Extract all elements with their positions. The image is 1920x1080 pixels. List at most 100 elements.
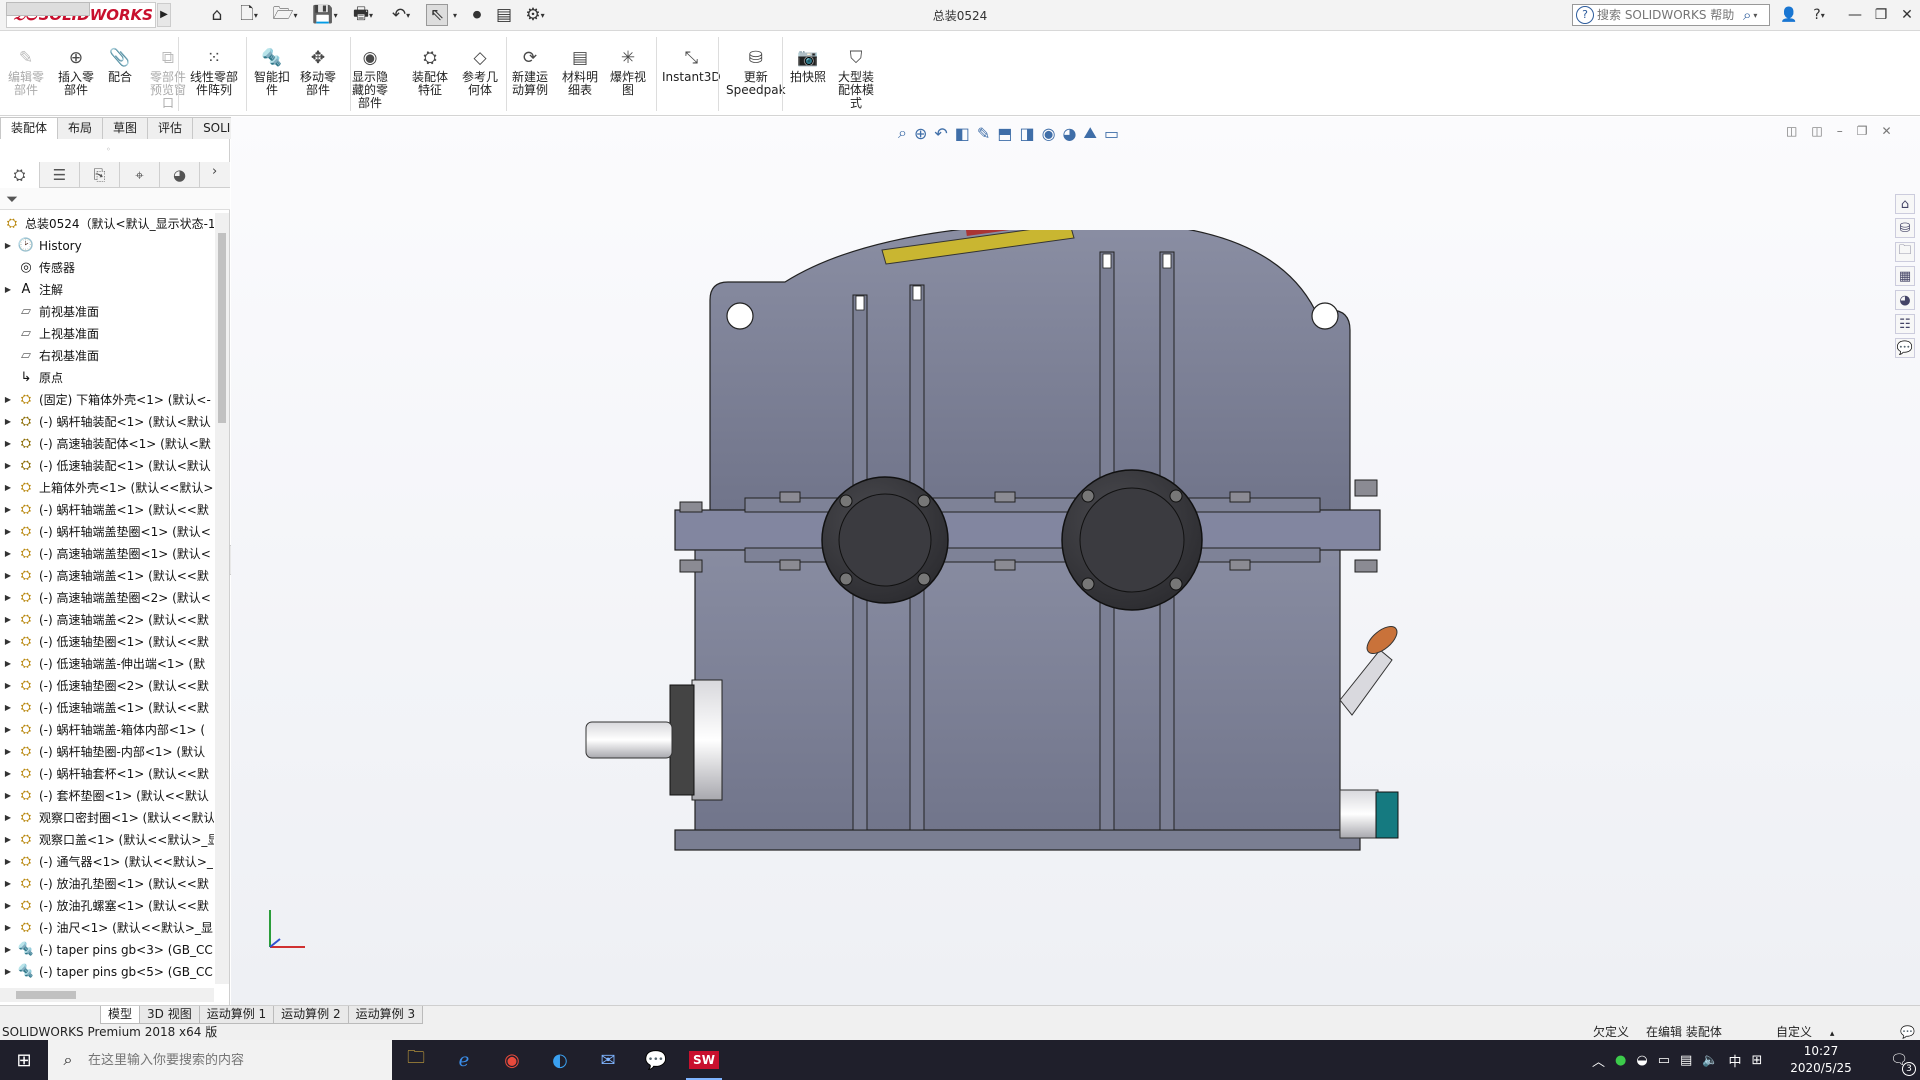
print-icon[interactable]: 🖶 ▾: [348, 4, 378, 26]
tree-item[interactable]: ▶ ⛭ (-) 高速轴端盖垫圈<2> (默认<: [0, 587, 214, 609]
tree-item[interactable]: ▶ ⛭ (-) 高速轴端盖<1> (默认<<默: [0, 565, 214, 587]
restore-icon[interactable]: ❐: [1870, 4, 1892, 26]
tree-item[interactable]: ▶ ⛭ (-) 放油孔垫圈<1> (默认<<默: [0, 873, 214, 895]
rebuild-traffic-light-icon[interactable]: ⏺: [468, 4, 486, 26]
status-bubble-icon[interactable]: 💬: [1900, 1024, 1915, 1040]
model-tab[interactable]: 运动算例 2: [273, 1006, 349, 1024]
tree-item[interactable]: ▶ ⛭ 上箱体外壳<1> (默认<<默认>: [0, 477, 214, 499]
undo-icon[interactable]: ↶ ▾: [386, 4, 416, 26]
tray-expand-chevron-icon[interactable]: ︿: [1592, 1051, 1605, 1070]
solidworks-resources-icon[interactable]: ⌂: [1895, 194, 1915, 214]
user-account-icon[interactable]: 👤: [1778, 4, 1800, 26]
save-icon[interactable]: 💾 ▾: [310, 4, 340, 26]
action-center-icon[interactable]: 🗨 3: [1878, 1040, 1920, 1080]
options-gear-icon[interactable]: ⚙ ▾: [520, 4, 550, 26]
tree-horizontal-scrollbar[interactable]: [0, 988, 214, 1002]
command-tab[interactable]: 评估: [147, 117, 194, 139]
tree-item[interactable]: ▶ ⛭ 观察口密封圈<1> (默认<<默认: [0, 807, 214, 829]
expand-arrow-icon[interactable]: ▶: [0, 697, 16, 719]
previous-view-icon[interactable]: ↶: [934, 124, 947, 143]
expand-arrow-icon[interactable]: ▶: [0, 675, 16, 697]
view-orientation-icon[interactable]: ⬒: [997, 124, 1012, 143]
tree-item[interactable]: ▶ ⛭ (-) 套杯垫圈<1> (默认<<默认: [0, 785, 214, 807]
tree-item[interactable]: ▶ ⛭ (-) 高速轴端盖<2> (默认<<默: [0, 609, 214, 631]
tree-vertical-scrollbar[interactable]: [215, 213, 229, 984]
tree-item[interactable]: ▶ ⛭ (-) 蜗杆轴端盖-箱体内部<1> (: [0, 719, 214, 741]
tree-item[interactable]: ▶ ⛭ (-) 低速轴装配<1> (默认<默认: [0, 455, 214, 477]
tree-item[interactable]: ▶ ⛭ (固定) 下箱体外壳<1> (默认<-: [0, 389, 214, 411]
expand-arrow-icon[interactable]: ▶: [0, 763, 16, 785]
hide-show-items-icon[interactable]: ◉: [1042, 124, 1056, 143]
appearances-icon[interactable]: ◕: [1895, 290, 1915, 310]
design-library-icon[interactable]: ⛁: [1895, 218, 1915, 238]
tree-item[interactable]: ▶ ⛭ (-) 油尺<1> (默认<<默认>_显: [0, 917, 214, 939]
custom-properties-icon[interactable]: ☷: [1895, 314, 1915, 334]
network-tray-icon[interactable]: ▤: [1680, 1053, 1692, 1068]
help-search-box[interactable]: ? ⌕ ▾: [1572, 4, 1770, 26]
dimxpert-manager-tab-icon[interactable]: ⌖: [120, 162, 160, 188]
zoom-area-icon[interactable]: ⊕: [914, 124, 927, 143]
expand-arrow-icon[interactable]: ▶: [0, 807, 16, 829]
tree-item[interactable]: ▶ 🔩 (-) taper pins gb<5> (GB_CC: [0, 961, 214, 983]
expand-arrow-icon[interactable]: ▶: [0, 279, 16, 301]
ime-language-indicator[interactable]: 中: [1728, 1051, 1741, 1070]
expand-arrow-icon[interactable]: ▶: [0, 741, 16, 763]
solidworks-app-icon[interactable]: SW: [680, 1040, 728, 1080]
forum-icon[interactable]: 💬: [1895, 338, 1915, 358]
expand-arrow-icon[interactable]: ▶: [0, 587, 16, 609]
command-linear-pattern-button[interactable]: ⁙ 线性零部 件阵列: [190, 47, 238, 97]
tree-item[interactable]: ↳ 原点: [0, 367, 214, 389]
view-settings-icon[interactable]: ▭: [1104, 124, 1119, 143]
tree-item[interactable]: ▶ 🔩 (-) taper pins gb<3> (GB_CC: [0, 939, 214, 961]
tree-item[interactable]: ▶ ⛭ (-) 通气器<1> (默认<<默认>_: [0, 851, 214, 873]
tree-item[interactable]: ▶ ⛭ (-) 低速轴垫圈<1> (默认<<默: [0, 631, 214, 653]
command-snapshot-button[interactable]: 📷 拍快照: [790, 47, 826, 84]
configuration-manager-tab-icon[interactable]: ⎘: [80, 162, 120, 188]
command-smart-fastener-button[interactable]: 🔩 智能扣 件: [254, 47, 290, 97]
minimize-icon[interactable]: —: [1844, 4, 1866, 26]
apply-scene-icon[interactable]: ⛰: [1084, 123, 1097, 143]
command-instant3d-button[interactable]: ⤡ Instant3D: [662, 47, 721, 84]
select-dropdown-icon[interactable]: ▾: [450, 4, 460, 26]
expand-arrow-icon[interactable]: ▶: [0, 719, 16, 741]
volume-tray-icon[interactable]: 🔈: [1702, 1053, 1718, 1068]
command-exploded-view-button[interactable]: ✳ 爆炸视 图: [610, 47, 646, 97]
expand-arrow-icon[interactable]: ▶: [0, 917, 16, 939]
scroll-thumb[interactable]: [218, 233, 226, 423]
tree-item[interactable]: ▱ 右视基准面: [0, 345, 214, 367]
more-tabs-chevron-icon[interactable]: ›: [212, 164, 217, 179]
new-document-icon[interactable]: 🗋 ▾: [236, 4, 262, 26]
tree-item[interactable]: ▶ ⛭ (-) 低速轴端盖-伸出端<1> (默: [0, 653, 214, 675]
expand-arrow-icon[interactable]: ▶: [0, 543, 16, 565]
expand-arrow-icon[interactable]: ▶: [0, 477, 16, 499]
gear-reducer-model[interactable]: [580, 230, 1580, 880]
command-tab[interactable]: 装配体: [0, 117, 59, 139]
filter-funnel-icon[interactable]: ⏷: [6, 190, 18, 208]
expand-arrow-icon[interactable]: ▶: [0, 609, 16, 631]
search-dropdown-icon[interactable]: ▾: [1753, 11, 1757, 20]
edit-appearance-icon[interactable]: ◕: [1063, 124, 1077, 143]
battery-tray-icon[interactable]: ▭: [1658, 1053, 1670, 1068]
model-tab[interactable]: 模型: [100, 1006, 141, 1024]
command-show-hidden-button[interactable]: ◉ 显示隐 藏的零 部件: [352, 47, 388, 110]
expand-arrow-icon[interactable]: ▶: [0, 631, 16, 653]
tree-root-assembly[interactable]: ⛭ 总装0524（默认<默认_显示状态-1: [0, 213, 214, 235]
expand-arrow-icon[interactable]: ▶: [0, 895, 16, 917]
command-speedpak-button[interactable]: ⛁ 更新 Speedpak: [726, 47, 786, 97]
display-manager-tab-icon[interactable]: ◕: [160, 162, 200, 188]
tree-item[interactable]: ▶ ⛭ (-) 蜗杆轴垫圈-内部<1> (默认: [0, 741, 214, 763]
menu-expand-arrow[interactable]: ▶: [157, 3, 171, 27]
model-tab[interactable]: 运动算例 3: [347, 1006, 424, 1024]
command-mate-button[interactable]: 📎 配合: [108, 47, 132, 84]
tree-item[interactable]: ▱ 上视基准面: [0, 323, 214, 345]
tree-item[interactable]: ▶ ⛭ (-) 低速轴垫圈<2> (默认<<默: [0, 675, 214, 697]
wechat-tray-icon[interactable]: ●: [1615, 1053, 1626, 1068]
tree-item[interactable]: ▶ ⛭ (-) 高速轴装配体<1> (默认<默: [0, 433, 214, 455]
messenger-app-icon[interactable]: ✉: [584, 1040, 632, 1080]
command-insert-component-button[interactable]: ⊕ 插入零 部件: [58, 47, 94, 97]
expand-arrow-icon[interactable]: ▶: [0, 235, 16, 257]
tree-item[interactable]: ▱ 前视基准面: [0, 301, 214, 323]
expand-arrow-icon[interactable]: ▶: [0, 433, 16, 455]
tile-left-icon[interactable]: ◫: [1786, 124, 1797, 138]
help-menu-icon[interactable]: ? ▾: [1806, 4, 1832, 26]
